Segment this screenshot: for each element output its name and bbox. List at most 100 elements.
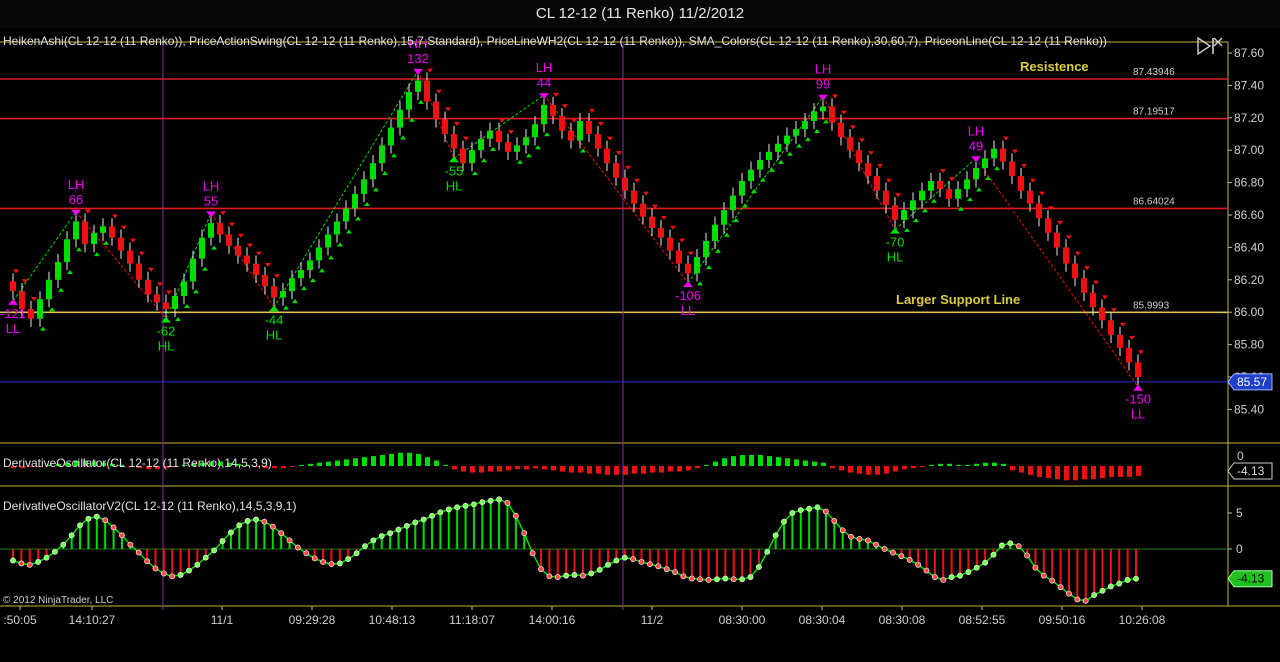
candle-body (145, 279, 151, 295)
osc2-dot (579, 572, 586, 579)
candle (271, 278, 277, 306)
candle (595, 125, 601, 157)
sma-marker (859, 138, 865, 143)
osc1-bar (1028, 466, 1033, 475)
osc2-dot (127, 541, 134, 548)
time-tick-label: 08:52:55 (959, 613, 1006, 627)
swing-value: -55 (445, 163, 464, 178)
candle-body (838, 122, 844, 138)
osc1-bar (632, 466, 637, 474)
sma-marker (301, 286, 307, 291)
swing-tag: LH (68, 177, 85, 192)
swing-marker (413, 68, 423, 75)
candle-body (928, 180, 934, 191)
osc1-bar (344, 459, 349, 466)
sma-marker (202, 266, 208, 271)
swing-value: -106 (675, 288, 701, 303)
zigzag-segment (975, 158, 1139, 388)
osc2-dot (236, 522, 243, 529)
candle (181, 273, 187, 305)
sma-marker (553, 92, 559, 97)
candle (289, 270, 295, 300)
sma-marker (418, 99, 424, 104)
osc2-dot (529, 550, 536, 557)
sma-marker (265, 262, 271, 267)
price-tick-label: 86.60 (1234, 208, 1264, 222)
swing-tag: HL (158, 339, 175, 354)
candle-body (505, 142, 511, 152)
osc2-dot (831, 518, 838, 524)
osc1-bar (614, 466, 619, 475)
candle-body (793, 129, 799, 136)
osc1-bar (1136, 466, 1141, 476)
osc2-dot (1057, 584, 1064, 591)
osc2-dot (714, 576, 720, 583)
osc2-dot (1015, 543, 1022, 550)
sma-marker (724, 232, 730, 237)
sma-marker (706, 265, 712, 270)
osc2-dot (93, 513, 100, 520)
osc2-dot (647, 561, 653, 568)
candle (154, 286, 160, 311)
swing-4: -44HL (265, 305, 283, 342)
osc2-dot (462, 502, 469, 509)
candle (847, 129, 853, 159)
sma-marker (58, 287, 64, 292)
panel-frames (0, 41, 1280, 607)
sma-marker (454, 122, 460, 126)
time-tick-label: 09:50:16 (1039, 613, 1086, 627)
sma-marker (571, 118, 577, 123)
osc2-dot (739, 576, 746, 583)
candle (802, 112, 808, 138)
sma-marker (94, 252, 100, 257)
candle-body (415, 80, 421, 92)
osc1-bar (686, 466, 691, 471)
osc1-bar (902, 466, 907, 470)
chart-canvas[interactable]: 87.4394687.1951786.6402485.9993 -121LLLH… (0, 0, 1280, 662)
candle-body (190, 258, 196, 282)
sma-marker (625, 165, 631, 170)
candle (631, 182, 637, 212)
candle-body (973, 168, 979, 180)
osc1-bar (1091, 466, 1096, 480)
osc1-bar (335, 460, 340, 466)
osc2-dot (160, 570, 167, 577)
sma-marker (238, 233, 244, 238)
osc2-dot (965, 569, 972, 575)
osc2-dot (1091, 592, 1097, 598)
candle (946, 180, 952, 207)
candle-body (748, 169, 754, 181)
candle-body (298, 270, 304, 279)
candle (226, 226, 232, 254)
osc2-dot (722, 575, 729, 582)
osc2-dot (370, 537, 377, 544)
candle (379, 137, 385, 172)
candle (712, 216, 718, 250)
osc2-dot (403, 523, 410, 529)
candle-body (946, 189, 952, 199)
candle-body (496, 130, 502, 143)
candle-body (667, 237, 673, 251)
osc2-dot (554, 574, 561, 580)
candle-body (1063, 247, 1069, 264)
osc2-dot (999, 542, 1005, 549)
osc2-dot (378, 533, 385, 539)
osc2-dot (789, 510, 796, 516)
candle (496, 122, 502, 151)
sma-marker (256, 251, 262, 256)
time-tick-label: 08:30:04 (799, 613, 846, 627)
candle (343, 200, 349, 230)
candle-body (271, 286, 277, 298)
osc2-dot (1107, 583, 1114, 590)
swing-marker (206, 211, 216, 218)
candle (1045, 210, 1051, 241)
osc1-bar (641, 466, 646, 474)
sma-marker (1102, 295, 1108, 300)
candle (964, 171, 970, 198)
candle (91, 224, 97, 253)
swing-tag: LH (968, 123, 985, 138)
candle (640, 195, 646, 225)
play-end-icon[interactable] (1197, 36, 1214, 56)
osc2-dot (487, 497, 494, 504)
osc2-dot (77, 522, 83, 529)
